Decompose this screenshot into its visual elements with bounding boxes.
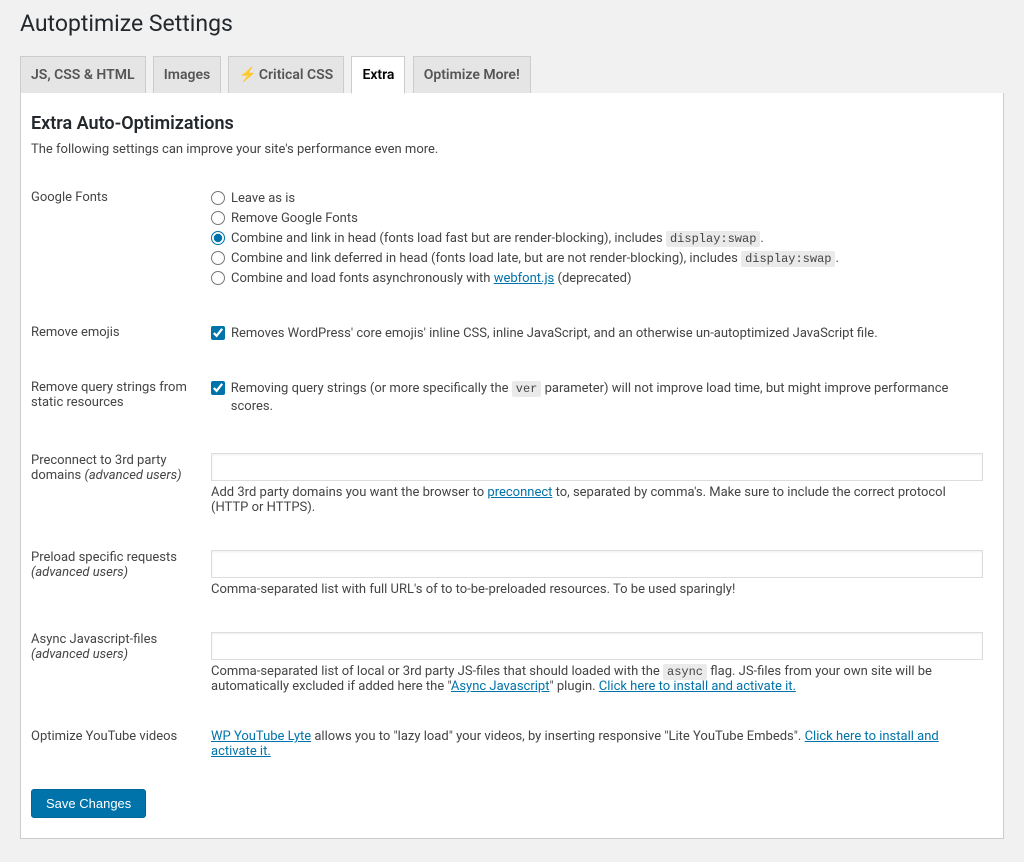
text: " plugin. bbox=[549, 679, 598, 694]
text: allows you to "lazy load" your videos, b… bbox=[311, 729, 804, 744]
code-display-swap: display:swap bbox=[666, 231, 760, 247]
help-async-js: Comma-separated list of local or 3rd par… bbox=[211, 664, 983, 694]
input-async-js[interactable] bbox=[211, 632, 983, 660]
input-preload[interactable] bbox=[211, 550, 983, 578]
label-preload: Preload specific requests (advanced user… bbox=[31, 535, 211, 617]
help-preload: Comma-separated list with full URL's of … bbox=[211, 582, 983, 597]
text-advanced: (advanced users) bbox=[31, 565, 128, 580]
section-desc: The following settings can improve your … bbox=[31, 142, 983, 157]
link-preconnect[interactable]: preconnect bbox=[487, 485, 552, 500]
tab-label: Critical CSS bbox=[259, 67, 333, 83]
checkbox-remove-query[interactable] bbox=[211, 381, 225, 395]
text: Combine and link deferred in head (fonts… bbox=[231, 251, 741, 266]
text: Removing query strings (or more specific… bbox=[231, 381, 512, 396]
text: . bbox=[760, 231, 763, 246]
text: Combine and load fonts asynchronously wi… bbox=[231, 271, 494, 286]
label-preconnect: Preconnect to 3rd party domains (advance… bbox=[31, 438, 211, 535]
radio-label: Combine and link in head (fonts load fas… bbox=[231, 230, 764, 248]
radio-gf-leave[interactable] bbox=[211, 191, 225, 205]
checkbox-label: Removing query strings (or more specific… bbox=[231, 380, 983, 416]
lightning-icon: ⚡ bbox=[239, 67, 256, 83]
radio-label: Combine and link deferred in head (fonts… bbox=[231, 250, 839, 268]
tab-optimize-more[interactable]: Optimize More! bbox=[413, 56, 531, 93]
label-youtube: Optimize YouTube videos bbox=[31, 714, 211, 779]
radio-gf-async[interactable] bbox=[211, 271, 225, 285]
text: Preload specific requests bbox=[31, 550, 177, 565]
radio-gf-remove[interactable] bbox=[211, 211, 225, 225]
radio-label: Remove Google Fonts bbox=[231, 210, 358, 228]
text-advanced: (advanced users) bbox=[85, 468, 182, 483]
save-button[interactable]: Save Changes bbox=[31, 789, 146, 818]
text-advanced: (advanced users) bbox=[31, 647, 128, 662]
radio-gf-combine-deferred[interactable] bbox=[211, 251, 225, 265]
radio-label: Combine and load fonts asynchronously wi… bbox=[231, 270, 632, 288]
help-youtube: WP YouTube Lyte allows you to "lazy load… bbox=[211, 729, 983, 759]
text: Add 3rd party domains you want the brows… bbox=[211, 485, 487, 500]
label-remove-emojis: Remove emojis bbox=[31, 310, 211, 365]
tab-images[interactable]: Images bbox=[153, 56, 221, 93]
link-install-async-js[interactable]: Click here to install and activate it. bbox=[599, 679, 796, 694]
label-remove-query: Remove query strings from static resourc… bbox=[31, 365, 211, 438]
code-ver: ver bbox=[512, 381, 542, 397]
text: Async Javascript-files bbox=[31, 632, 157, 647]
radio-label: Leave as is bbox=[231, 190, 295, 208]
settings-panel: Extra Auto-Optimizations The following s… bbox=[20, 93, 1004, 839]
page-title: Autoptimize Settings bbox=[20, 10, 1004, 37]
text: Combine and link in head (fonts load fas… bbox=[231, 231, 666, 246]
label-async-js: Async Javascript-files (advanced users) bbox=[31, 617, 211, 714]
tab-extra[interactable]: Extra bbox=[351, 56, 405, 94]
tab-bar: JS, CSS & HTML Images ⚡Critical CSS Extr… bbox=[20, 47, 1004, 94]
link-wp-youtube-lyte[interactable]: WP YouTube Lyte bbox=[211, 729, 311, 744]
checkbox-remove-emojis[interactable] bbox=[211, 326, 225, 340]
text: (deprecated) bbox=[554, 271, 631, 286]
label-google-fonts: Google Fonts bbox=[31, 175, 211, 310]
text: . bbox=[835, 251, 838, 266]
link-webfontjs[interactable]: webfont.js bbox=[494, 271, 555, 286]
tab-js-css-html[interactable]: JS, CSS & HTML bbox=[20, 56, 146, 93]
code-async: async bbox=[663, 664, 707, 680]
input-preconnect[interactable] bbox=[211, 453, 983, 481]
radio-gf-combine-head[interactable] bbox=[211, 231, 225, 245]
tab-critical-css[interactable]: ⚡Critical CSS bbox=[228, 56, 344, 93]
help-preconnect: Add 3rd party domains you want the brows… bbox=[211, 485, 983, 515]
code-display-swap: display:swap bbox=[741, 251, 835, 267]
link-async-js-plugin[interactable]: Async Javascript bbox=[451, 679, 550, 694]
section-title: Extra Auto-Optimizations bbox=[31, 113, 983, 134]
checkbox-label: Removes WordPress' core emojis' inline C… bbox=[231, 325, 878, 343]
